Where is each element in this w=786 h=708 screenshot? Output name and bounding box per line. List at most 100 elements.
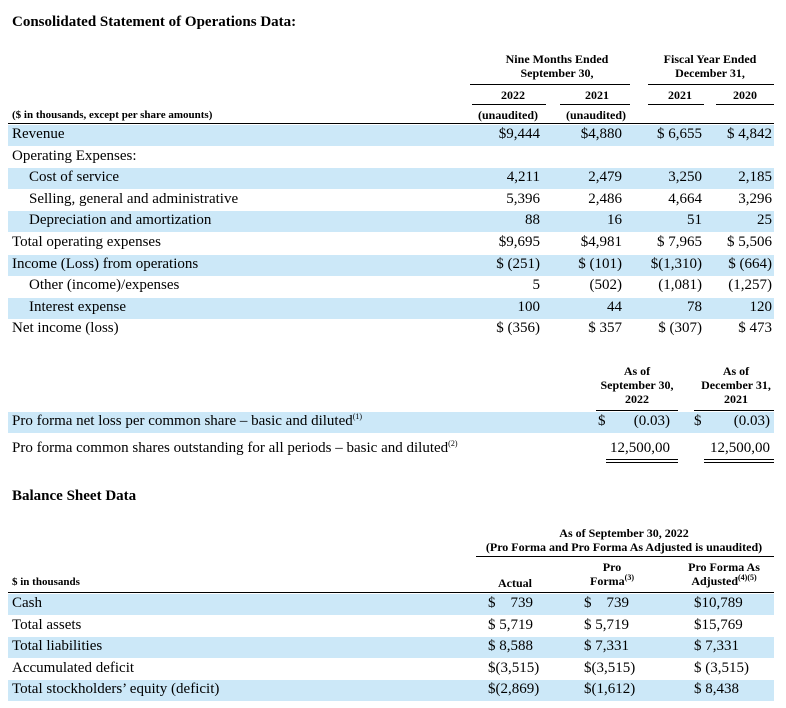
ops-row-value: $4,981 bbox=[580, 234, 622, 250]
ops-row-label: Cost of service bbox=[29, 169, 119, 186]
ops-row-value: 5 bbox=[532, 277, 541, 294]
pf-row-note: (1) bbox=[352, 412, 363, 421]
ops-title: Consolidated Statement of Operations Dat… bbox=[12, 14, 297, 30]
ops-row-label: Interest expense bbox=[29, 298, 127, 315]
balance-row-value: $15,769 bbox=[694, 616, 743, 633]
ops-year-rule-3 bbox=[648, 104, 704, 105]
ops-row-value: (502) bbox=[589, 277, 623, 294]
ops-row-value: 2,185 bbox=[738, 169, 772, 186]
ops-year-4: 2020 bbox=[733, 88, 757, 102]
balance-header-line-2: (Pro Forma and Pro Forma As Adjusted is … bbox=[485, 540, 763, 554]
ops-row-value: $ (251) bbox=[496, 255, 540, 272]
pf-col-2-rule bbox=[694, 410, 774, 411]
ops-row-value: 3,296 bbox=[738, 190, 772, 207]
ops-row-label: Other (income)/expenses bbox=[29, 277, 180, 294]
pf-row-value-2: 12,500,00 bbox=[710, 440, 770, 456]
balance-row-value: $ (3,515) bbox=[694, 659, 749, 676]
balance-units-label: $ in thousands bbox=[12, 576, 80, 588]
balance-row-value: $(1,612) bbox=[584, 681, 636, 698]
balance-row-value: $ 5,719 bbox=[488, 616, 533, 633]
ops-year-rule-1 bbox=[472, 104, 546, 105]
ops-col-group-2: Fiscal Year Ended December 31, bbox=[640, 52, 780, 80]
pf-row-label-text: Pro forma common shares outstanding for … bbox=[12, 440, 449, 456]
ops-col-group-1: Nine Months Ended September 30, bbox=[482, 52, 632, 80]
pf-row-label-text: Pro forma net loss per common share – ba… bbox=[12, 413, 353, 429]
ops-row: Net income (loss) $ (356) $ 357 $ (307) $ 47… bbox=[8, 319, 774, 340]
ops-col-group-2-line-2: December 31, bbox=[675, 66, 745, 80]
balance-col-adjusted-line-2: Adjusted bbox=[691, 574, 739, 588]
ops-row-label: Revenue bbox=[12, 126, 65, 142]
pf-col-2-double-rule bbox=[704, 459, 774, 463]
balance-row-value: $ 739 bbox=[488, 595, 533, 611]
pf-col-1-line-2: September 30, bbox=[600, 378, 674, 392]
ops-row: Interest expense 100 44 78 120 bbox=[8, 297, 774, 319]
pf-col-1-rule bbox=[596, 410, 678, 411]
balance-row-label: Cash bbox=[12, 595, 42, 611]
ops-row-value: $ (101) bbox=[578, 255, 622, 272]
ops-row-value: $4,880 bbox=[580, 126, 622, 142]
ops-unaudited-2: (unaudited) bbox=[565, 108, 627, 122]
ops-row: Cost of service 4,211 2,479 3,250 2,185 bbox=[8, 168, 774, 190]
pf-col-1-line-1: As of bbox=[623, 364, 651, 378]
balance-header: As of September 30, 2022 (Pro Forma and … bbox=[474, 526, 774, 554]
pf-row-value-1: 12,500,00 bbox=[610, 440, 670, 456]
balance-row-value: $ 7,331 bbox=[694, 638, 739, 655]
pf-col-2-header: As of December 31, 2021 bbox=[688, 364, 784, 406]
ops-year-3: 2021 bbox=[668, 88, 692, 102]
ops-row-value: 2,479 bbox=[588, 169, 622, 186]
balance-header-bottom-rule bbox=[8, 592, 774, 593]
balance-row-value: $ 8,588 bbox=[488, 638, 533, 655]
ops-row-label: Selling, general and administrative bbox=[29, 190, 239, 207]
ops-row-value: 4,211 bbox=[506, 169, 540, 186]
ops-row-value: 3,250 bbox=[668, 169, 702, 186]
balance-col-adjusted-note: (4)(5) bbox=[738, 573, 757, 582]
balance-row-label: Total stockholders’ equity (deficit) bbox=[12, 681, 220, 698]
balance-row-value: $ 5,719 bbox=[584, 616, 629, 633]
pf-col-2-line-1: As of bbox=[722, 364, 750, 378]
balance-row-label: Total assets bbox=[12, 616, 82, 633]
ops-row-value: 51 bbox=[687, 212, 702, 229]
balance-row-label: Accumulated deficit bbox=[12, 659, 135, 676]
ops-row-value: 120 bbox=[749, 298, 773, 315]
ops-row-value: 2,486 bbox=[588, 190, 622, 207]
pf-col-1-line-3: 2022 bbox=[625, 392, 649, 406]
ops-col-group-2-line-1: Fiscal Year Ended bbox=[663, 52, 757, 66]
balance-row: Cash $ 739 $ 739 $10,789 bbox=[8, 594, 774, 615]
ops-row-value: $ 6,655 bbox=[657, 126, 702, 142]
ops-row-value: $ 7,965 bbox=[657, 234, 702, 250]
pf-row-currency-1: $ bbox=[598, 413, 606, 429]
ops-row-value: (1,257) bbox=[728, 277, 772, 294]
ops-row-value: $ (356) bbox=[496, 320, 540, 337]
balance-row-value: $(3,515) bbox=[584, 659, 636, 676]
pf-col-1-header: As of September 30, 2022 bbox=[592, 364, 682, 406]
ops-header-rule bbox=[8, 123, 774, 124]
pf-row-value-2: (0.03) bbox=[733, 413, 770, 429]
balance-row: Accumulated deficit $(3,515) $(3,515) $ (3,… bbox=[8, 659, 774, 680]
pf-col-2-line-2: December 31, bbox=[701, 378, 771, 392]
ops-row-value: $ 357 bbox=[588, 320, 622, 337]
balance-col-pro-forma-line-2: Forma bbox=[590, 574, 625, 588]
ops-row-value: 25 bbox=[757, 212, 772, 229]
pf-row-value-1: (0.03) bbox=[633, 413, 670, 429]
pf-row: Pro forma common shares outstanding for … bbox=[8, 439, 774, 460]
ops-row: Income (Loss) from operations $ (251) $ (1… bbox=[8, 254, 774, 276]
balance-row-value: $ 7,331 bbox=[584, 638, 629, 655]
balance-col-adjusted: Pro Forma As Adjusted(4)(5) bbox=[672, 560, 776, 588]
ops-row-label: Operating Expenses: bbox=[12, 147, 137, 164]
balance-col-pro-forma: Pro Forma(3) bbox=[572, 560, 652, 588]
ops-row-value: 16 bbox=[607, 212, 622, 229]
balance-col-actual: Actual bbox=[498, 576, 532, 590]
ops-row: Other (income)/expenses 5 (502) (1,081) (1,2… bbox=[8, 276, 774, 297]
ops-row-value: 100 bbox=[517, 298, 541, 315]
ops-row-value: $ 473 bbox=[738, 320, 772, 337]
ops-col-group-1-line-2: September 30, bbox=[520, 66, 594, 80]
pf-row-note: (2) bbox=[448, 439, 458, 448]
ops-row: Total operating expenses $9,695 $4,981 $ 7,… bbox=[8, 233, 774, 254]
ops-row-value: $ (664) bbox=[728, 255, 772, 272]
ops-row-value: 5,396 bbox=[506, 190, 540, 207]
ops-row-label: Net income (loss) bbox=[12, 320, 119, 337]
balance-row: Total stockholders’ equity (deficit) $(2,… bbox=[8, 680, 774, 702]
ops-row-value: $ (307) bbox=[658, 320, 702, 337]
ops-row: Depreciation and amortization 88 16 51 25 bbox=[8, 211, 774, 233]
balance-row-label: Total liabilities bbox=[12, 638, 103, 655]
